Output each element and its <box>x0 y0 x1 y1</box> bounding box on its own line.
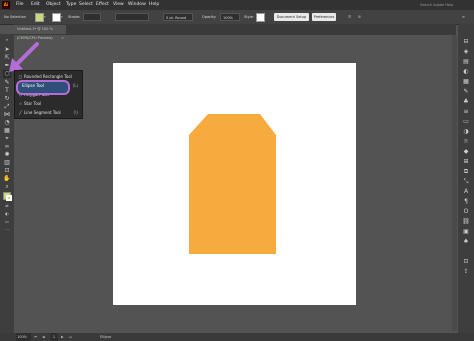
current-tool-status: Ellipse <box>100 335 112 339</box>
canvas-shapes <box>9 42 276 254</box>
shape-tools-flyout: ▢ Rounded Rectangle Tool ○ Ellipse Tool (L)… <box>14 70 83 119</box>
octagon-tag-shape[interactable] <box>189 114 276 254</box>
artboard-number-field[interactable]: 1 <box>50 333 58 341</box>
status-bar: 100% ⏮ ◀ 1 ▶ ⏭ Ellipse <box>0 333 474 341</box>
flyout-item-line-segment[interactable]: ╱ Line Segment Tool (\) <box>17 108 80 117</box>
zoom-level-field[interactable]: 100% <box>16 333 31 341</box>
rounded-rect-icon: ▢ <box>18 74 23 79</box>
arrow-shaft <box>13 42 39 68</box>
polygon-icon: ⬡ <box>18 92 23 97</box>
artboard-next-icon[interactable]: ▶ <box>61 333 64 341</box>
artboard-prev-icon[interactable]: ◀ <box>42 333 45 341</box>
flyout-item-ellipse[interactable]: ○ Ellipse Tool (L) <box>17 81 80 90</box>
ellipse-icon: ○ <box>18 83 23 88</box>
line-icon: ╱ <box>19 110 22 115</box>
artboard-first-icon[interactable]: ⏮ <box>34 333 37 341</box>
annotation-arrow <box>9 42 39 72</box>
flyout-item-rounded-rectangle[interactable]: ▢ Rounded Rectangle Tool <box>17 72 80 81</box>
flyout-item-star[interactable]: ☆ Star Tool <box>17 99 80 108</box>
flyout-item-polygon[interactable]: ⬡ Polygon Tool <box>17 90 80 99</box>
star-icon: ☆ <box>18 101 23 106</box>
artboard-last-icon[interactable]: ⏭ <box>69 333 72 341</box>
